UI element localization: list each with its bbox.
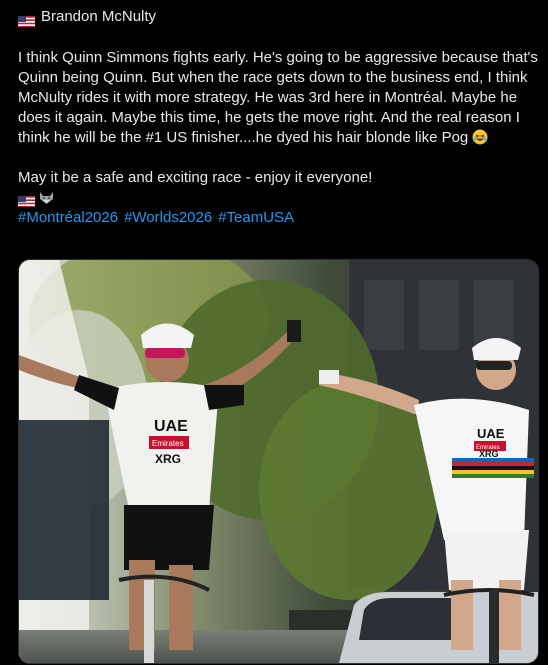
- hashtag-montreal2026[interactable]: #Montréal2026: [18, 208, 118, 228]
- post-paragraph-1: I think Quinn Simmons fights early. He's…: [18, 49, 538, 146]
- jersey-text-uae-left: UAE: [154, 418, 188, 435]
- post-text: I think Quinn Simmons fights early. He's…: [18, 48, 538, 228]
- laughing-emoji-icon: [472, 129, 488, 145]
- post-heading: Brandon McNulty: [18, 6, 538, 28]
- post-paragraph-2: May it be a safe and exciting race - enj…: [18, 169, 373, 186]
- jersey-text-emirates-left: Emirates: [152, 439, 184, 448]
- us-flag-icon: [18, 12, 35, 27]
- us-flag-icon: [18, 193, 35, 207]
- hashtag-teamusa[interactable]: #TeamUSA: [218, 208, 294, 228]
- emoji-line: [18, 188, 538, 208]
- author-name[interactable]: Brandon McNulty: [41, 6, 156, 28]
- jersey-text-xrg-right: XRG: [479, 449, 499, 459]
- hashtag-worlds2026[interactable]: #Worlds2026: [124, 208, 212, 228]
- jersey-text-xrg-left: XRG: [155, 452, 181, 466]
- jersey-text-uae-right: UAE: [477, 426, 505, 441]
- post-photo[interactable]: UAE Emirates XRG UAE Emirates XRG: [18, 259, 539, 664]
- wolf-emoji-icon: [38, 191, 55, 205]
- hashtag-list: #Montréal2026 #Worlds2026 #TeamUSA: [18, 208, 538, 228]
- post: Brandon McNulty I think Quinn Simmons fi…: [18, 6, 538, 228]
